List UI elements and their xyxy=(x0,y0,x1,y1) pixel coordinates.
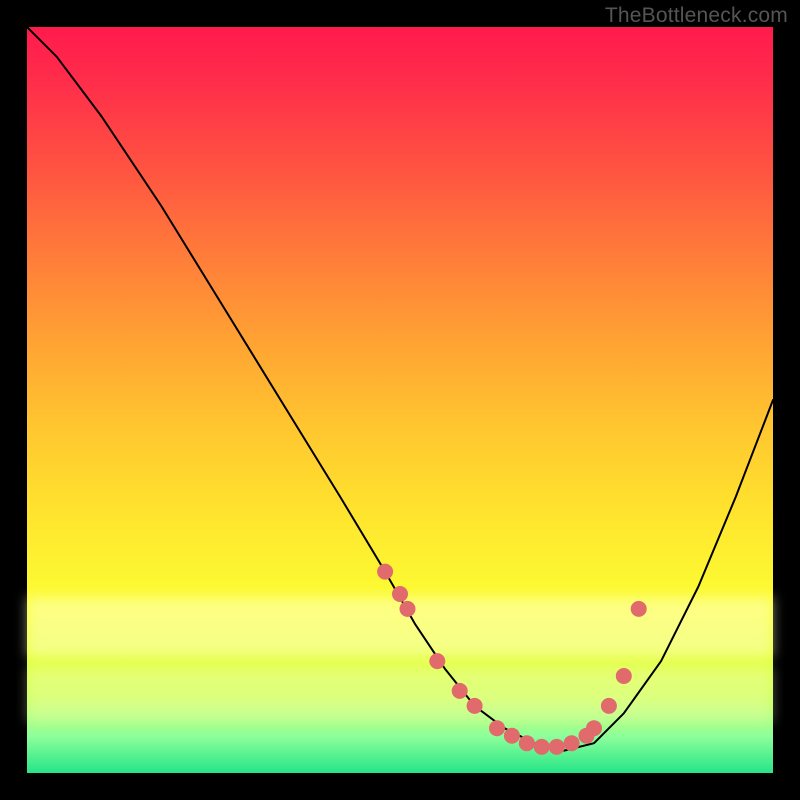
data-marker xyxy=(631,601,647,617)
watermark-text: TheBottleneck.com xyxy=(605,4,788,28)
data-marker xyxy=(586,720,602,736)
bottleneck-curve xyxy=(27,27,773,751)
curve-layer xyxy=(27,27,773,773)
data-marker xyxy=(564,735,580,751)
data-marker xyxy=(504,728,520,744)
data-marker xyxy=(467,698,483,714)
data-marker xyxy=(392,586,408,602)
data-marker xyxy=(601,698,617,714)
marker-group xyxy=(377,564,647,755)
chart-frame: TheBottleneck.com xyxy=(0,0,800,800)
data-marker xyxy=(489,720,505,736)
data-marker xyxy=(549,739,565,755)
data-marker xyxy=(534,739,550,755)
data-marker xyxy=(616,668,632,684)
data-marker xyxy=(429,653,445,669)
data-marker xyxy=(519,735,535,751)
data-marker xyxy=(452,683,468,699)
data-marker xyxy=(377,564,393,580)
data-marker xyxy=(400,601,416,617)
plot-area xyxy=(27,27,773,773)
